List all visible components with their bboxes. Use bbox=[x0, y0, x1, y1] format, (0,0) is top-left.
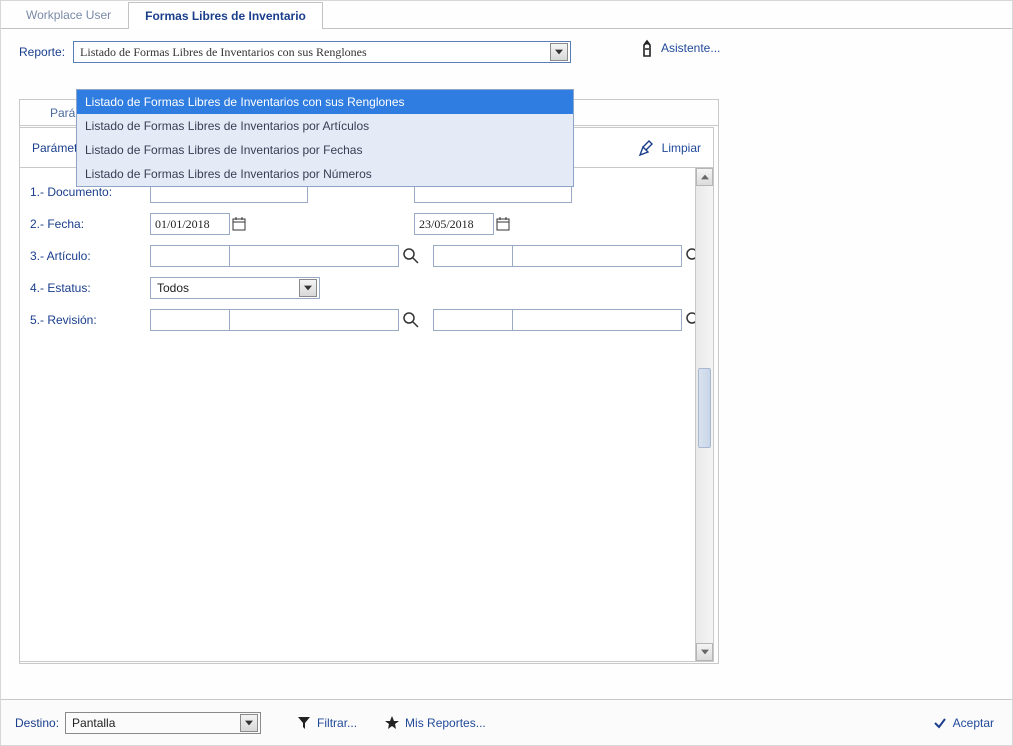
assistant-label: Asistente... bbox=[661, 41, 720, 55]
destino-value: Pantalla bbox=[72, 716, 115, 730]
filter-label: Filtrar... bbox=[317, 716, 357, 730]
my-reports-button[interactable]: Mis Reportes... bbox=[385, 716, 486, 730]
chevron-down-icon bbox=[555, 49, 563, 55]
row-fecha: 2.- Fecha: bbox=[30, 208, 703, 240]
assistant-link[interactable]: Asistente... bbox=[639, 39, 720, 57]
input-revision-to-desc[interactable] bbox=[512, 309, 682, 331]
clear-label: Limpiar bbox=[662, 141, 701, 155]
dropdown-option-2[interactable]: Listado de Formas Libres de Inventarios … bbox=[77, 138, 573, 162]
scroll-down-button[interactable] bbox=[696, 643, 713, 661]
date-from-wrap bbox=[150, 213, 246, 235]
input-fecha-to[interactable] bbox=[414, 213, 494, 235]
footer-bar: Destino: Pantalla Filtrar... Mis Reporte… bbox=[1, 699, 1012, 745]
tab-formas-libres[interactable]: Formas Libres de Inventario bbox=[128, 2, 323, 29]
label-documento: 1.- Documento: bbox=[30, 185, 150, 199]
scroll-up-button[interactable] bbox=[696, 168, 713, 186]
accept-button[interactable]: Aceptar bbox=[933, 716, 994, 730]
report-label: Reporte: bbox=[19, 45, 65, 59]
chevron-up-icon bbox=[701, 174, 709, 180]
search-icon[interactable] bbox=[403, 312, 419, 328]
tab-workplace-user[interactable]: Workplace User bbox=[9, 1, 128, 28]
broom-icon bbox=[638, 139, 656, 157]
report-row: Reporte: Listado de Formas Libres de Inv… bbox=[19, 41, 994, 63]
input-articulo-from-code[interactable] bbox=[150, 245, 230, 267]
my-reports-label: Mis Reportes... bbox=[405, 716, 486, 730]
search-icon[interactable] bbox=[403, 248, 419, 264]
report-dropdown-list[interactable]: Listado de Formas Libres de Inventarios … bbox=[76, 89, 574, 187]
dropdown-option-3[interactable]: Listado de Formas Libres de Inventarios … bbox=[77, 162, 573, 186]
report-combo-value: Listado de Formas Libres de Inventarios … bbox=[80, 45, 367, 60]
input-articulo-to-code[interactable] bbox=[433, 245, 513, 267]
destino-combo[interactable]: Pantalla bbox=[65, 712, 261, 734]
scroll-thumb[interactable] bbox=[698, 368, 711, 448]
accept-label: Aceptar bbox=[953, 716, 994, 730]
dropdown-button[interactable] bbox=[299, 279, 317, 297]
chevron-down-icon bbox=[701, 649, 709, 655]
dropdown-button[interactable] bbox=[550, 43, 568, 61]
input-revision-to-code[interactable] bbox=[433, 309, 513, 331]
input-revision-from-desc[interactable] bbox=[229, 309, 399, 331]
calendar-icon[interactable] bbox=[496, 217, 510, 231]
dropdown-button[interactable] bbox=[240, 714, 258, 732]
parameters-panel: Parámet Limpiar 1.- Documento: 2. bbox=[19, 127, 714, 662]
input-articulo-to-desc[interactable] bbox=[512, 245, 682, 267]
select-estatus[interactable]: Todos bbox=[150, 277, 320, 299]
calendar-icon[interactable] bbox=[232, 217, 246, 231]
clear-button[interactable]: Limpiar bbox=[638, 139, 701, 157]
body-area: Reporte: Listado de Formas Libres de Inv… bbox=[1, 29, 1012, 669]
filter-button[interactable]: Filtrar... bbox=[297, 716, 357, 730]
label-articulo: 3.- Artículo: bbox=[30, 249, 150, 263]
top-tabs: Workplace User Formas Libres de Inventar… bbox=[1, 1, 1012, 29]
row-revision: 5.- Revisión: bbox=[30, 304, 703, 336]
vertical-scrollbar[interactable] bbox=[695, 168, 713, 661]
row-estatus: 4.- Estatus: Todos bbox=[30, 272, 703, 304]
dropdown-option-1[interactable]: Listado de Formas Libres de Inventarios … bbox=[77, 114, 573, 138]
label-fecha: 2.- Fecha: bbox=[30, 217, 150, 231]
app-window: Workplace User Formas Libres de Inventar… bbox=[0, 0, 1013, 746]
panel-title-truncated: Parámet bbox=[32, 141, 77, 155]
label-estatus: 4.- Estatus: bbox=[30, 281, 150, 295]
input-fecha-from[interactable] bbox=[150, 213, 230, 235]
select-estatus-value: Todos bbox=[157, 281, 189, 295]
chevron-down-icon bbox=[245, 720, 253, 726]
row-articulo: 3.- Artículo: bbox=[30, 240, 703, 272]
input-articulo-from-desc[interactable] bbox=[229, 245, 399, 267]
funnel-icon bbox=[297, 716, 311, 730]
wizard-icon bbox=[639, 39, 655, 57]
check-icon bbox=[933, 716, 947, 730]
report-combo[interactable]: Listado de Formas Libres de Inventarios … bbox=[73, 41, 571, 63]
label-revision: 5.- Revisión: bbox=[30, 313, 150, 327]
chevron-down-icon bbox=[304, 285, 312, 291]
destino-label: Destino: bbox=[15, 716, 59, 730]
form-area: 1.- Documento: 2.- Fecha: bbox=[20, 168, 713, 344]
dropdown-option-0[interactable]: Listado de Formas Libres de Inventarios … bbox=[77, 90, 573, 114]
star-icon bbox=[385, 716, 399, 730]
input-revision-from-code[interactable] bbox=[150, 309, 230, 331]
